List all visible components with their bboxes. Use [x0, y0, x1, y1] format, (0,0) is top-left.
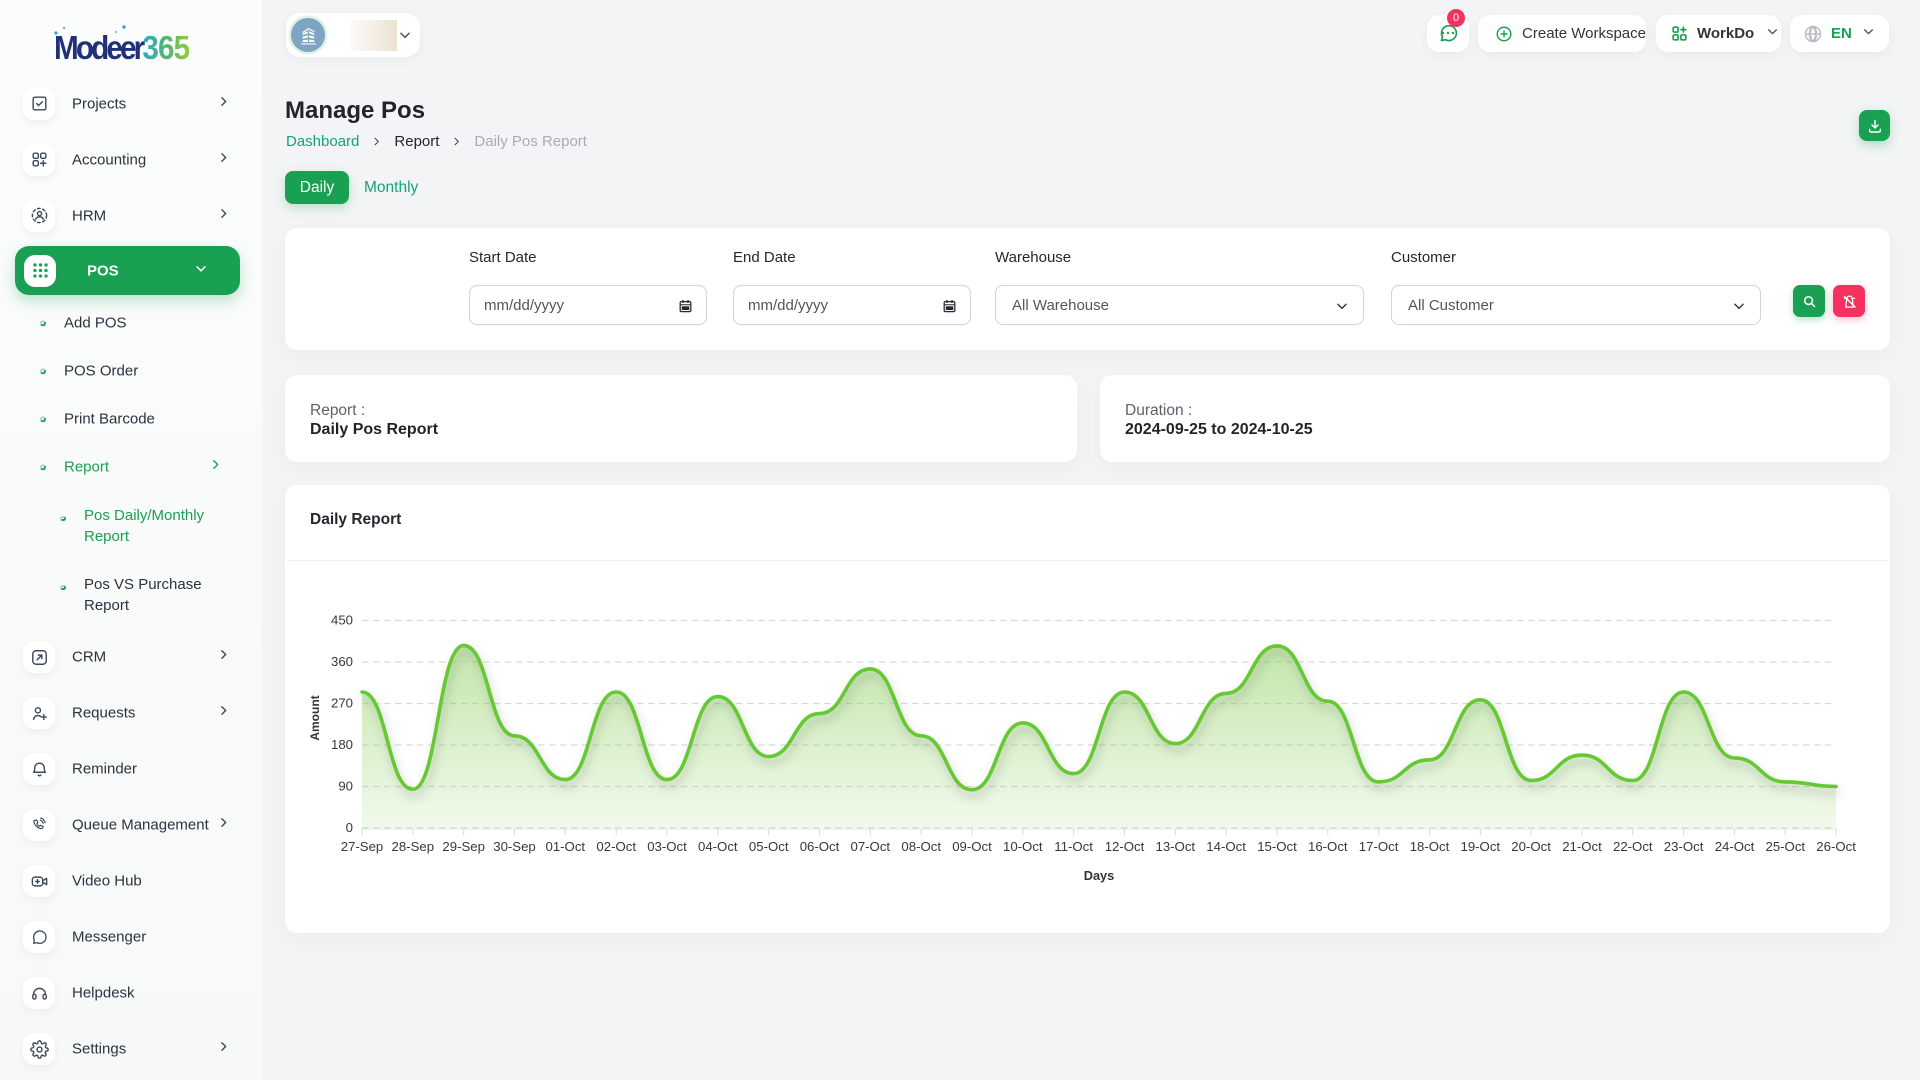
- svg-text:13-Oct: 13-Oct: [1156, 839, 1196, 854]
- svg-text:19-Oct: 19-Oct: [1461, 839, 1501, 854]
- svg-text:24-Oct: 24-Oct: [1715, 839, 1755, 854]
- svg-text:270: 270: [331, 696, 353, 711]
- svg-text:14-Oct: 14-Oct: [1206, 839, 1246, 854]
- svg-text:15-Oct: 15-Oct: [1257, 839, 1297, 854]
- svg-text:04-Oct: 04-Oct: [698, 839, 738, 854]
- svg-text:28-Sep: 28-Sep: [392, 839, 435, 854]
- svg-text:360: 360: [331, 654, 353, 669]
- svg-text:06-Oct: 06-Oct: [800, 839, 840, 854]
- svg-text:02-Oct: 02-Oct: [596, 839, 636, 854]
- svg-text:10-Oct: 10-Oct: [1003, 839, 1043, 854]
- svg-text:90: 90: [338, 779, 353, 794]
- svg-text:26-Oct: 26-Oct: [1816, 839, 1856, 854]
- svg-text:0: 0: [346, 820, 353, 835]
- svg-text:Days: Days: [1084, 868, 1115, 883]
- svg-text:30-Sep: 30-Sep: [493, 839, 536, 854]
- svg-text:29-Sep: 29-Sep: [442, 839, 485, 854]
- svg-text:180: 180: [331, 737, 353, 752]
- svg-text:27-Sep: 27-Sep: [341, 839, 384, 854]
- svg-text:01-Oct: 01-Oct: [546, 839, 586, 854]
- svg-text:17-Oct: 17-Oct: [1359, 839, 1399, 854]
- svg-text:11-Oct: 11-Oct: [1054, 839, 1093, 854]
- svg-text:12-Oct: 12-Oct: [1105, 839, 1145, 854]
- svg-text:21-Oct: 21-Oct: [1562, 839, 1602, 854]
- svg-text:22-Oct: 22-Oct: [1613, 839, 1653, 854]
- svg-text:20-Oct: 20-Oct: [1511, 839, 1551, 854]
- svg-text:Amount: Amount: [308, 695, 322, 740]
- svg-text:08-Oct: 08-Oct: [901, 839, 941, 854]
- svg-text:03-Oct: 03-Oct: [647, 839, 687, 854]
- svg-text:05-Oct: 05-Oct: [749, 839, 789, 854]
- svg-text:18-Oct: 18-Oct: [1410, 839, 1450, 854]
- svg-text:09-Oct: 09-Oct: [952, 839, 992, 854]
- svg-text:450: 450: [331, 613, 353, 628]
- svg-text:25-Oct: 25-Oct: [1766, 839, 1806, 854]
- svg-text:16-Oct: 16-Oct: [1308, 839, 1348, 854]
- svg-text:07-Oct: 07-Oct: [851, 839, 891, 854]
- svg-text:23-Oct: 23-Oct: [1664, 839, 1704, 854]
